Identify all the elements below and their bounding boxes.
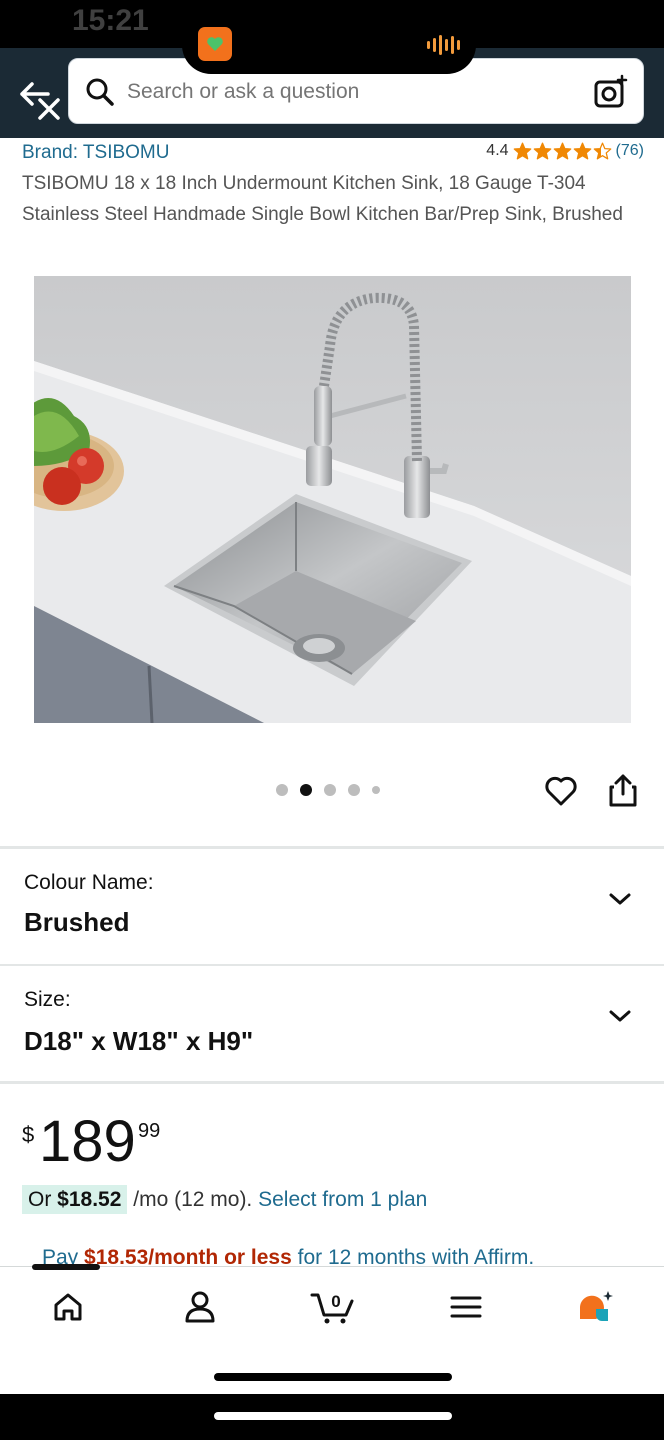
product-page: 15:21 Search or ask a question Brand: TS… [0,0,664,1440]
search-icon [86,78,114,106]
nav-rufus[interactable] [576,1287,616,1327]
size-value: D18" x W18" x H9" [24,1026,254,1056]
system-bottom-bar [0,1394,664,1440]
cart-count: 0 [331,1292,340,1311]
colour-selector[interactable]: Colour Name: Brushed [0,849,664,965]
installment-suffix: /mo (12 mo). [127,1188,259,1211]
star-icon [593,142,611,160]
colour-value: Brushed [24,907,130,937]
product-image[interactable] [4,276,631,724]
back-close-icon [20,82,60,120]
app-activity-icon [198,27,232,61]
star-icon [573,142,591,160]
heart-icon [545,776,577,806]
audio-wave-icon [427,35,460,55]
colour-label: Colour Name: [24,871,154,894]
back-button[interactable] [18,78,64,124]
rating[interactable]: 4.4 (76) [486,142,644,160]
price-symbol: $ [22,1122,35,1147]
installment-amount: $18.52 [57,1188,122,1211]
brand-link[interactable]: Brand: TSIBOMU [22,142,169,164]
installment-line: Or $18.52 /mo (12 mo). Select from 1 pla… [22,1185,427,1214]
rating-value: 4.4 [486,142,509,159]
select-plan-link[interactable]: Select from 1 plan [258,1188,427,1211]
chevron-down-icon [609,1010,631,1022]
star-icon [533,142,551,160]
rufus-icon [580,1291,613,1321]
star-icon [513,142,531,160]
price-fraction: 99 [138,1120,161,1142]
nav-menu[interactable] [446,1287,486,1327]
home-icon [54,1293,82,1321]
divider [0,1081,664,1084]
share-button[interactable] [606,772,640,808]
carousel-dot[interactable] [300,784,312,796]
nav-account[interactable] [180,1287,220,1327]
carousel-dot[interactable] [372,786,380,794]
camera-search-icon[interactable] [593,74,629,110]
dynamic-island [182,16,476,74]
active-tab-indicator [32,1264,100,1270]
gesture-bar [214,1373,452,1381]
carousel-dot[interactable] [324,784,336,796]
share-icon [609,774,637,807]
carousel-dot[interactable] [348,784,360,796]
rating-count: (76) [615,142,644,159]
home-indicator[interactable] [214,1412,452,1420]
status-time: 15:21 [72,4,149,37]
brand-rating-row: Brand: TSIBOMU 4.4 (76) [22,142,644,166]
nav-home[interactable] [48,1287,88,1327]
rating-stars [513,142,612,160]
carousel-dot[interactable] [276,784,288,796]
installment-highlight: Or $18.52 [22,1185,128,1214]
cart-icon: 0 [310,1292,354,1324]
size-selector[interactable]: Size: D18" x W18" x H9" [0,966,664,1082]
star-icon [553,142,571,160]
wishlist-button[interactable] [544,774,578,808]
price-whole: 189 [39,1109,136,1174]
nav-cart[interactable]: 0 [310,1287,356,1327]
account-icon [185,1291,215,1323]
image-carousel-dots[interactable] [276,784,380,796]
size-label: Size: [24,988,71,1011]
chevron-down-icon [609,893,631,905]
product-title: TSIBOMU 18 x 18 Inch Undermount Kitchen … [22,173,623,225]
menu-icon [450,1296,482,1318]
